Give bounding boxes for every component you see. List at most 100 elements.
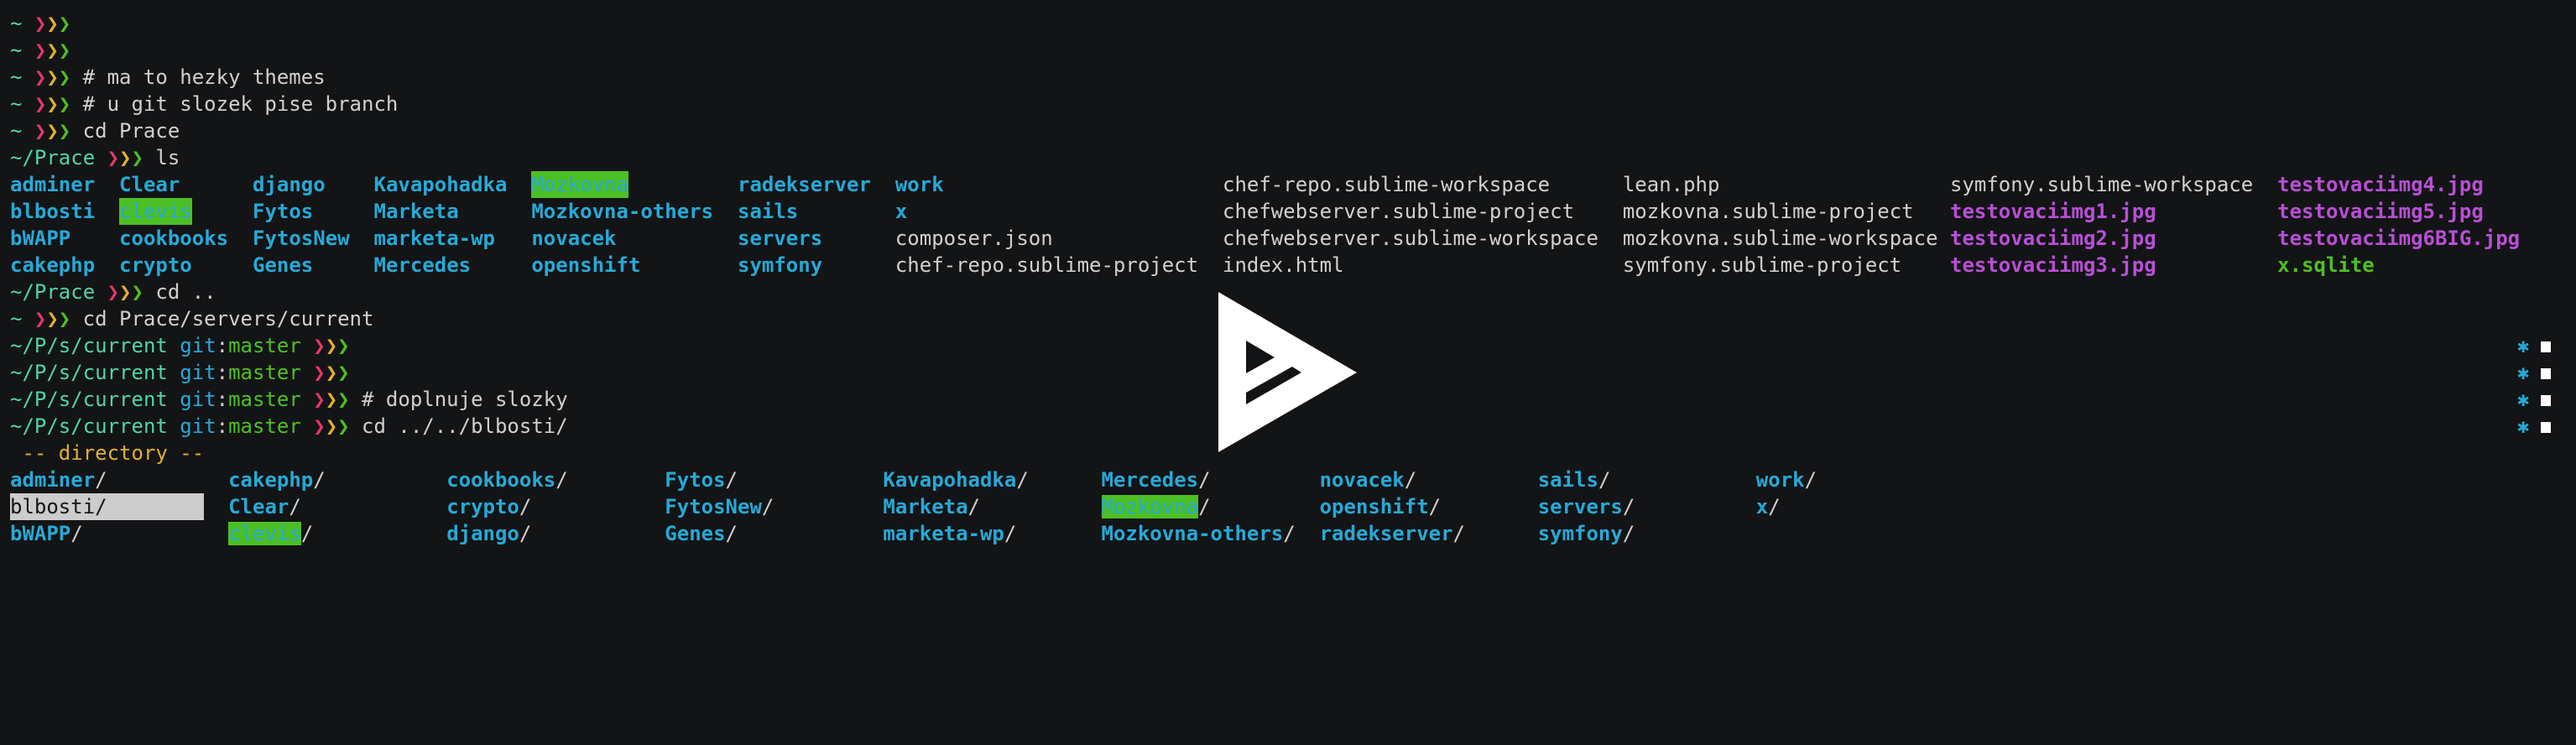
prompt-arrow-icon: ❯ (46, 12, 59, 35)
completion-entry[interactable]: Mercedes/ (1102, 466, 1211, 493)
ls-entry: Clear (119, 173, 180, 196)
prompt-arrow-icon: ❯ (119, 280, 132, 304)
completion-name[interactable]: blbosti/ (10, 493, 205, 520)
completion-name[interactable]: symfony/ (1538, 522, 1635, 545)
ls-entry: FytosNew (253, 227, 350, 250)
command-text[interactable]: cd ../../blbosti/ (362, 414, 568, 438)
completion-entry[interactable]: openshift/ (1320, 493, 1442, 520)
ls-entry: work (894, 173, 944, 196)
completion-name[interactable]: bWAPP/ (10, 522, 83, 545)
completion-entry[interactable]: django/ (446, 520, 531, 547)
completion-entry[interactable]: symfony/ (1538, 520, 1635, 547)
completion-entry[interactable]: Mozkovna/ (1101, 493, 1211, 520)
completion-name[interactable]: sails/ (1538, 468, 1611, 492)
completion-entry[interactable]: work/ (1756, 466, 1817, 493)
completion-entry[interactable]: x/ (1756, 493, 1781, 520)
ls-entry: lean.php (1622, 173, 1720, 196)
completion-name[interactable]: Genes/ (665, 522, 738, 545)
completion-name[interactable]: x/ (1756, 495, 1781, 518)
completion-name[interactable]: django/ (446, 522, 531, 545)
prompt-line: ~/Prace ❯❯❯ ls (10, 144, 180, 171)
prompt-arrow-icon: ❯ (34, 12, 47, 35)
completion-entry[interactable]: Mozkovna-others/ (1102, 520, 1296, 547)
completion-name[interactable]: crypto/ (446, 495, 531, 518)
completion-label: Clear (228, 495, 289, 518)
right-marker: ✱ (2517, 332, 2552, 359)
command-text[interactable]: ls (155, 146, 180, 169)
ls-entry: symfony.sublime-workspace (1950, 173, 2254, 196)
path-slash: / (300, 522, 314, 545)
command-text[interactable]: # ma to hezky themes (83, 65, 326, 89)
prompt-path: ~/P/s/current (10, 388, 168, 411)
completion-name[interactable]: Mercedes/ (1102, 468, 1211, 492)
right-marker: ✱ (2517, 413, 2552, 440)
completion-name[interactable]: Mozkovna-others/ (1102, 522, 1296, 545)
completion-name[interactable]: servers/ (1538, 495, 1635, 518)
completion-entry[interactable]: Fytos/ (665, 466, 738, 493)
path-slash: / (95, 495, 107, 518)
command-text[interactable]: # doplnuje slozky (362, 388, 568, 411)
completion-entry[interactable]: Marketa/ (883, 493, 980, 520)
completion-name[interactable]: clevis/ (228, 522, 313, 545)
completion-label: symfony (1537, 522, 1623, 545)
completion-entry[interactable]: novacek/ (1320, 466, 1417, 493)
completion-name[interactable]: adminer/ (10, 468, 107, 492)
command-text[interactable]: # u git slozek pise branch (83, 92, 399, 116)
command-text[interactable]: cd Prace (83, 119, 180, 143)
git-separator: : (216, 361, 229, 384)
completion-name[interactable]: FytosNew/ (665, 495, 774, 518)
prompt-arrow-icon: ❯ (46, 92, 59, 116)
prompt-arrow-icon: ❯ (337, 388, 350, 411)
prompt-line: ~/Prace ❯❯❯ cd .. (10, 279, 216, 305)
completion-name[interactable]: Clear/ (228, 495, 301, 518)
completion-name[interactable]: marketa-wp/ (883, 522, 1016, 545)
completion-name[interactable]: work/ (1756, 468, 1817, 492)
prompt-arrow-icon: ❯ (58, 12, 71, 35)
completion-name[interactable]: Marketa/ (883, 495, 980, 518)
prompt-arrow-icon: ❯ (131, 280, 143, 304)
completion-name[interactable]: novacek/ (1320, 468, 1417, 492)
completion-entry[interactable]: adminer/ (10, 466, 107, 493)
completion-name[interactable]: cakephp/ (228, 468, 326, 492)
completion-name[interactable]: openshift/ (1320, 495, 1442, 518)
completion-label: cookbooks (446, 468, 556, 492)
prompt-line: ~ ❯❯❯ cd Prace (10, 117, 180, 144)
completion-label: servers (1537, 495, 1623, 518)
completion-entry[interactable]: radekserver/ (1320, 520, 1465, 547)
ls-entry: Fytos (253, 200, 314, 223)
completion-entry[interactable]: sails/ (1538, 466, 1611, 493)
completion-entry[interactable]: bWAPP/ (10, 520, 83, 547)
completion-label: radekserver (1319, 522, 1453, 545)
completion-name[interactable]: cookbooks/ (446, 468, 568, 492)
completion-label: Fytos (665, 468, 726, 492)
completion-entry[interactable]: Genes/ (665, 520, 738, 547)
git-branch: master (228, 388, 301, 411)
completion-label: django (446, 522, 519, 545)
completion-entry[interactable]: FytosNew/ (665, 493, 774, 520)
ls-entry: testovaciimg3.jpg (1950, 253, 2156, 277)
completion-entry[interactable]: cakephp/ (228, 466, 326, 493)
prompt-path: ~/P/s/current (10, 414, 168, 438)
completion-entry[interactable]: Clear/ (228, 493, 301, 520)
ls-entry: symfony (738, 253, 823, 277)
completion-name[interactable]: radekserver/ (1320, 522, 1465, 545)
path-slash: / (1283, 522, 1296, 545)
completion-name[interactable]: Fytos/ (665, 468, 738, 492)
completion-entry[interactable]: servers/ (1538, 493, 1635, 520)
completion-entry[interactable]: blbosti/ (10, 493, 205, 520)
git-branch: master (228, 361, 301, 384)
completion-entry[interactable]: marketa-wp/ (883, 520, 1016, 547)
completion-label: cakephp (228, 468, 314, 492)
command-text[interactable]: cd .. (155, 280, 216, 304)
completion-entry[interactable]: crypto/ (446, 493, 531, 520)
prompt-arrow-icon: ❯ (313, 334, 326, 357)
command-text[interactable]: cd Prace/servers/current (83, 307, 374, 331)
completion-entry[interactable]: Kavapohadka/ (883, 466, 1028, 493)
completion-name[interactable]: Kavapohadka/ (883, 468, 1028, 492)
completion-entry[interactable]: cookbooks/ (446, 466, 568, 493)
asterisk-icon: ✱ (2517, 334, 2530, 357)
path-slash: / (1598, 468, 1611, 492)
completion-entry[interactable]: clevis/ (228, 520, 313, 547)
play-triangle-logo-icon (1218, 292, 1357, 452)
completion-name[interactable]: Mozkovna/ (1101, 495, 1211, 518)
